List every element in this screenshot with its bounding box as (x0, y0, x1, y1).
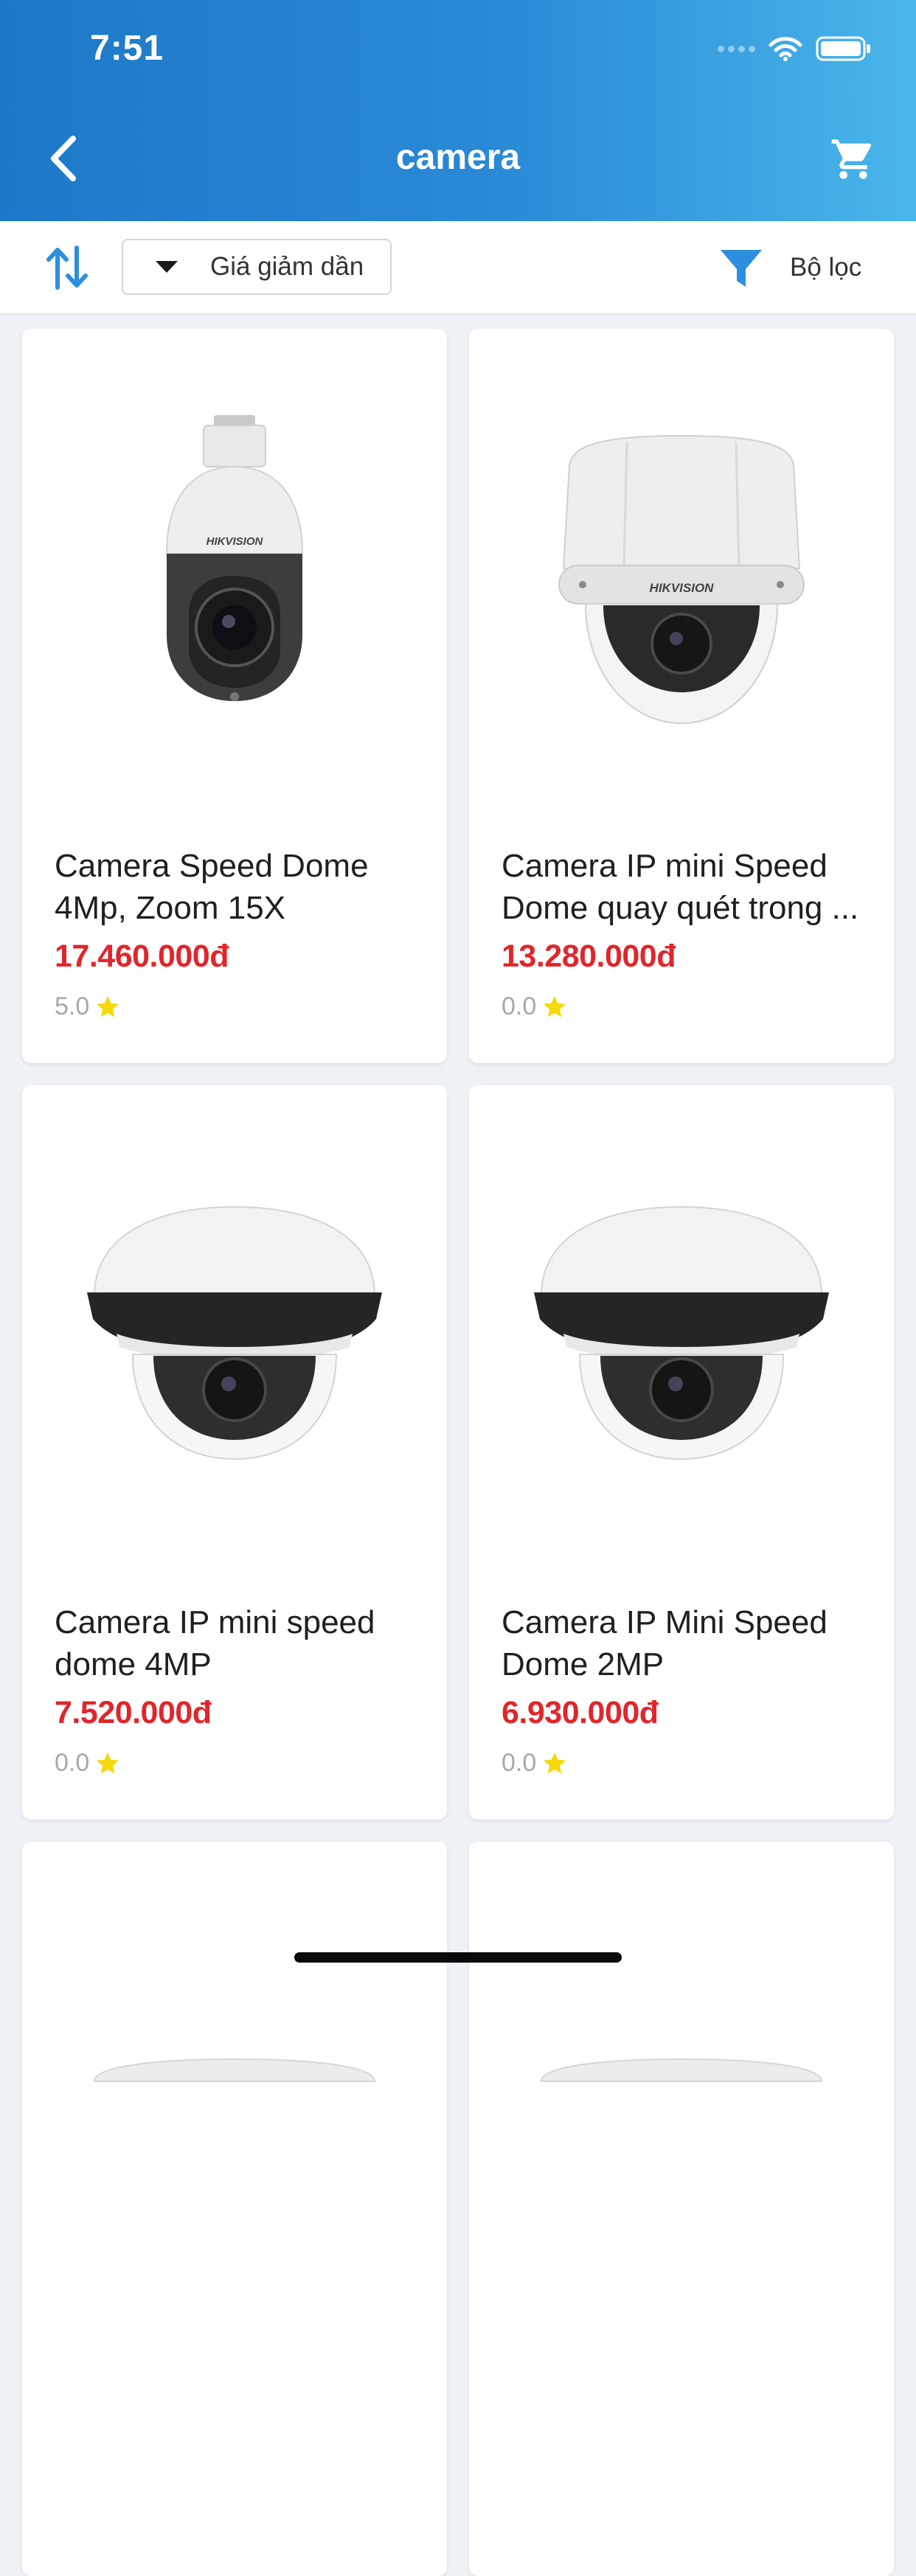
sort-dropdown[interactable]: Giá giảm dần (122, 239, 392, 295)
mini-dome-camera-icon (534, 1205, 829, 1461)
product-rating: 0.0 (502, 1749, 569, 1778)
product-name: Camera Speed Dome 4Mp, Zoom 15X (55, 848, 369, 926)
sort-dropdown-label: Giá giảm dần (210, 252, 364, 281)
ptz-camera-icon: HIKVISION (165, 415, 304, 701)
funnel-icon (721, 250, 762, 287)
product-card[interactable]: HIKVISION Camera Speed Dome 4Mp, Zoom 15… (22, 329, 447, 1063)
product-rating: 0.0 (55, 1749, 122, 1778)
product-image (22, 1842, 447, 2350)
product-card[interactable]: Camera IP mini speed dome 4MP 7.520.000đ… (22, 1085, 447, 1820)
product-card[interactable]: Camera IP Mini Speed Dome 2MP 6.930.000đ… (469, 1085, 894, 1820)
product-price: 13.280.000đ (502, 939, 676, 974)
star-icon (544, 995, 566, 1017)
filter-label: Bộ lọc (790, 253, 862, 282)
caret-down-icon (156, 261, 178, 273)
product-price: 6.930.000đ (502, 1695, 659, 1730)
product-image (22, 1085, 447, 1594)
camera-image (540, 2058, 823, 2082)
product-name: Camera IP mini speed dome 4MP (55, 1604, 375, 1682)
rating-value: 0.0 (55, 1749, 90, 1777)
cart-button[interactable] (820, 130, 886, 189)
sort-arrows-icon (46, 246, 88, 290)
product-image (469, 1842, 894, 2350)
cart-icon (831, 139, 872, 179)
page-title: camera (395, 138, 521, 177)
product-name: Camera IP mini Speed Dome quay quét tron… (502, 848, 859, 926)
product-rating: 0.0 (502, 992, 569, 1021)
svg-text:HIKVISION: HIKVISION (650, 581, 715, 595)
product-rating: 5.0 (55, 992, 122, 1021)
status-time: 7:51 (90, 29, 164, 68)
dome-camera-icon: HIKVISION (558, 434, 805, 725)
product-image: HIKVISION (469, 329, 894, 838)
mini-dome-camera-icon (87, 1205, 382, 1461)
filter-button[interactable]: Bộ lọc (719, 240, 889, 295)
wifi-icon (768, 37, 802, 61)
rating-value: 5.0 (55, 992, 90, 1020)
product-image (469, 1085, 894, 1594)
status-icons (718, 35, 872, 62)
product-price: 7.520.000đ (55, 1695, 212, 1730)
star-icon (544, 1752, 566, 1773)
camera-image (93, 2058, 376, 2082)
svg-text:HIKVISION: HIKVISION (207, 535, 264, 548)
rating-value: 0.0 (502, 1749, 537, 1777)
home-indicator[interactable] (294, 1952, 622, 1963)
sort-filter-toolbar: Giá giảm dần Bộ lọc (0, 221, 916, 315)
battery-icon (816, 36, 870, 61)
sort-order-toggle[interactable] (40, 240, 94, 295)
star-icon (97, 995, 119, 1017)
rating-value: 0.0 (502, 992, 537, 1020)
product-name: Camera IP Mini Speed Dome 2MP (502, 1604, 827, 1682)
star-icon (97, 1752, 119, 1773)
app-header: 7:51 camera (0, 0, 916, 221)
product-price: 17.460.000đ (55, 939, 229, 974)
product-image: HIKVISION (22, 329, 447, 838)
cellular-signal-icon (718, 45, 755, 52)
product-card[interactable]: HIKVISION Camera IP mini Speed Dome quay… (469, 329, 894, 1063)
